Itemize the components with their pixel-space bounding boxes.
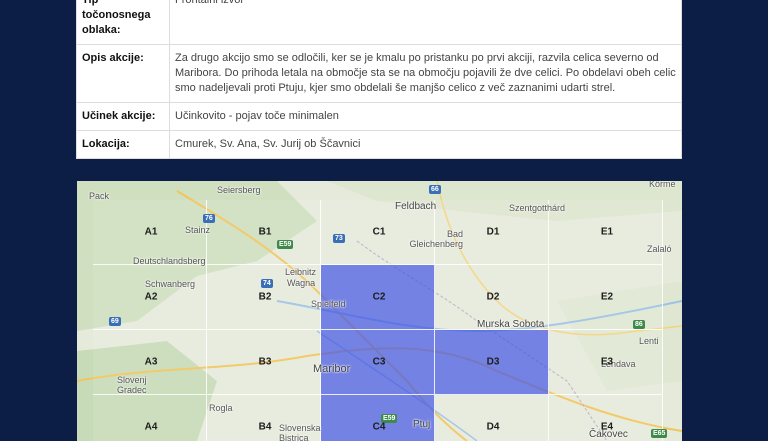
grid-label-d1: D1 <box>486 226 500 238</box>
grid-label-b4: B4 <box>258 421 272 433</box>
row-label: Lokacija: <box>76 130 170 159</box>
grid-label-d3: D3 <box>486 356 500 368</box>
grid-label-b1: B1 <box>258 226 272 238</box>
place-label: Leibnitz <box>285 267 317 277</box>
road-shield: 69 <box>109 317 121 326</box>
grid-label-e1: E1 <box>600 226 614 238</box>
place-label: Wagna <box>287 278 316 288</box>
place-label: Seiersberg <box>217 185 261 195</box>
place-label: Murska Sobota <box>477 319 545 330</box>
grid-label-a1: A1 <box>144 226 158 238</box>
row-value: Frontalni izvor <box>169 0 682 45</box>
grid-label-d4: D4 <box>486 421 500 433</box>
place-label: Szentgotthárd <box>509 203 566 213</box>
table-row: Tip točonosnega oblaka: Frontalni izvor <box>76 0 682 45</box>
row-label: Učinek akcije: <box>76 102 170 131</box>
grid-cell-d4 <box>435 395 549 441</box>
grid-label-b2: B2 <box>258 291 272 303</box>
grid-label-e2: E2 <box>600 291 614 303</box>
grid-label-d2: D2 <box>486 291 500 303</box>
row-value: Za drugo akcijo smo se odločili, ker se … <box>169 44 682 103</box>
place-label: Rogla <box>209 403 233 413</box>
grid-label-a3: A3 <box>144 356 158 368</box>
road-shield: E59 <box>277 240 294 249</box>
road-shield: E65 <box>651 429 668 438</box>
place-label: Maribor <box>313 363 351 375</box>
grid-label-e3: E3 <box>600 356 614 368</box>
grid-label-c1: C1 <box>372 226 386 238</box>
grid-label-a2: A2 <box>144 291 158 303</box>
action-report-table: Tip točonosnega oblaka: Frontalni izvor … <box>76 0 682 159</box>
row-label: Opis akcije: <box>76 44 170 103</box>
grid-label-a4: A4 <box>144 421 158 433</box>
grid-label-c2: C2 <box>372 291 386 303</box>
road-shield: 76 <box>203 214 215 223</box>
road-shield: 73 <box>333 234 345 243</box>
place-label: Bad Gleichenberg <box>409 229 463 249</box>
place-label: Stainz <box>185 225 211 235</box>
hail-grid-map[interactable]: Seiersberg Pack Feldbach Szentgotthárd K… <box>77 181 682 441</box>
grid-label-b3: B3 <box>258 356 272 368</box>
row-value: Cmurek, Sv. Ana, Sv. Jurij ob Ščavnici <box>169 130 682 159</box>
place-label: Ptuj <box>413 419 431 430</box>
row-label: Tip točonosnega oblaka: <box>76 0 170 45</box>
table-row: Učinek akcije: Učinkovito - pojav toče m… <box>76 102 682 131</box>
grid-label-c4: C4 <box>372 421 386 433</box>
place-label: Spielfeld <box>311 299 346 309</box>
row-value: Učinkovito - pojav toče minimalen <box>169 102 682 131</box>
grid-label-e4: E4 <box>600 421 614 433</box>
place-label: Pack <box>89 191 110 201</box>
grid-cell-a4 <box>93 395 207 441</box>
place-label: Körme <box>649 181 676 189</box>
place-label: Slovenj Gradec <box>117 375 147 395</box>
table-row: Opis akcije: Za drugo akcijo smo se odlo… <box>76 44 682 103</box>
place-label: Schwanberg <box>145 279 196 289</box>
place-label: Lenti <box>639 336 659 346</box>
road-shield: 86 <box>633 320 645 329</box>
place-label: Deutschlandsberg <box>133 256 206 266</box>
table-row: Lokacija: Cmurek, Sv. Ana, Sv. Jurij ob … <box>76 130 682 159</box>
place-label: Slovenska Bistrica <box>279 423 321 441</box>
road-shield: 74 <box>261 279 273 288</box>
grid-label-c3: C3 <box>372 356 386 368</box>
place-label: Feldbach <box>395 201 437 212</box>
place-label: Zalaló <box>647 244 672 254</box>
road-shield: 66 <box>429 185 441 194</box>
